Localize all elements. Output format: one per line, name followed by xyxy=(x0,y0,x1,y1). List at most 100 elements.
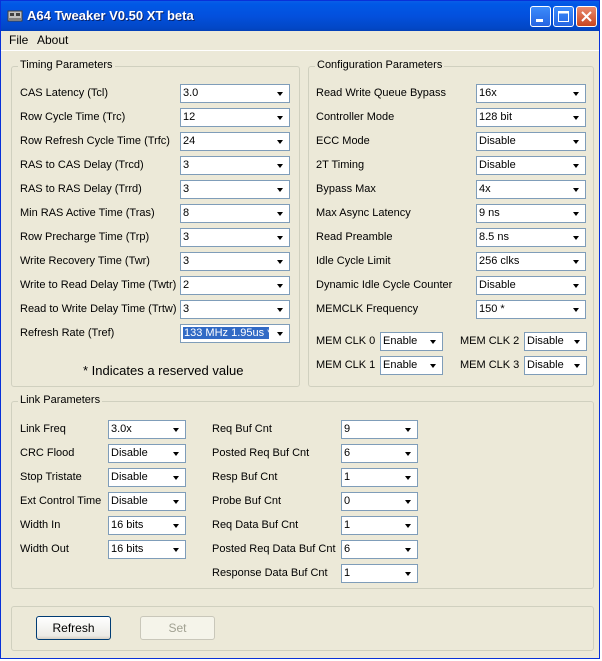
idle-cycle-limit-select[interactable]: 256 clks xyxy=(476,252,586,271)
chevron-down-icon[interactable] xyxy=(569,206,584,221)
memclk-frequency-select[interactable]: 150 * xyxy=(476,300,586,319)
chevron-down-icon[interactable] xyxy=(273,278,288,293)
trrd-select[interactable]: 3 xyxy=(180,180,290,199)
trc-label: Row Cycle Time (Trc) xyxy=(20,111,126,123)
chevron-down-icon[interactable] xyxy=(169,518,184,533)
chevron-down-icon[interactable] xyxy=(169,494,184,509)
minimize-icon xyxy=(536,19,543,22)
chevron-down-icon[interactable] xyxy=(401,518,416,533)
link-freq-select[interactable]: 3.0x xyxy=(108,420,186,439)
trcd-label: RAS to CAS Delay (Trcd) xyxy=(20,159,144,171)
menu-file[interactable]: File xyxy=(9,33,28,47)
tras-label: Min RAS Active Time (Tras) xyxy=(20,207,155,219)
resp-buf-cnt-select[interactable]: 1 xyxy=(341,468,418,487)
chevron-down-icon[interactable] xyxy=(569,182,584,197)
bypass-max-select[interactable]: 4x xyxy=(476,180,586,199)
mem-clk-2-select[interactable]: Disable xyxy=(524,332,587,351)
tras-select[interactable]: 8 xyxy=(180,204,290,223)
chevron-down-icon[interactable] xyxy=(169,422,184,437)
close-icon xyxy=(581,11,592,22)
chevron-down-icon[interactable] xyxy=(570,334,585,349)
chevron-down-icon[interactable] xyxy=(273,326,288,341)
trtw-select[interactable]: 3 xyxy=(180,300,290,319)
chevron-down-icon[interactable] xyxy=(569,110,584,125)
chevron-down-icon[interactable] xyxy=(401,470,416,485)
chevron-down-icon[interactable] xyxy=(273,230,288,245)
chevron-down-icon[interactable] xyxy=(426,334,441,349)
twtr-label: Write to Read Delay Time (Twtr) xyxy=(20,279,177,291)
tcl-select[interactable]: 3.0 xyxy=(180,84,290,103)
chevron-down-icon[interactable] xyxy=(169,446,184,461)
width-out-select[interactable]: 16 bits xyxy=(108,540,186,559)
chevron-down-icon[interactable] xyxy=(273,158,288,173)
mem-clk-1-select[interactable]: Enable xyxy=(380,356,443,375)
chevron-down-icon[interactable] xyxy=(273,254,288,269)
chevron-down-icon[interactable] xyxy=(569,86,584,101)
max-async-latency-select[interactable]: 9 ns xyxy=(476,204,586,223)
chevron-down-icon[interactable] xyxy=(569,158,584,173)
chevron-down-icon[interactable] xyxy=(569,302,584,317)
mem-clk-3-select[interactable]: Disable xyxy=(524,356,587,375)
ecc-mode-select[interactable]: Disable xyxy=(476,132,586,151)
chevron-down-icon[interactable] xyxy=(169,542,184,557)
app-icon xyxy=(7,10,23,22)
response-data-buf-cnt-select[interactable]: 1 xyxy=(341,564,418,583)
chevron-down-icon[interactable] xyxy=(273,182,288,197)
chevron-down-icon[interactable] xyxy=(273,86,288,101)
chevron-down-icon[interactable] xyxy=(401,446,416,461)
bypass-max-label: Bypass Max xyxy=(316,183,376,195)
probe-buf-cnt-select[interactable]: 0 xyxy=(341,492,418,511)
controller-mode-label: Controller Mode xyxy=(316,111,395,123)
mem-clk-0-select[interactable]: Enable xyxy=(380,332,443,351)
2t-timing-select[interactable]: Disable xyxy=(476,156,586,175)
trc-select[interactable]: 12 xyxy=(180,108,290,127)
read-preamble-select[interactable]: 8.5 ns xyxy=(476,228,586,247)
menu-about[interactable]: About xyxy=(37,33,68,47)
timing-parameters-title: Timing Parameters xyxy=(18,59,115,71)
twtr-select[interactable]: 2 xyxy=(180,276,290,295)
close-button[interactable] xyxy=(576,6,597,27)
chevron-down-icon[interactable] xyxy=(273,134,288,149)
trfc-select[interactable]: 24 xyxy=(180,132,290,151)
set-button[interactable]: Set xyxy=(140,616,215,640)
width-in-select[interactable]: 16 bits xyxy=(108,516,186,535)
chevron-down-icon[interactable] xyxy=(401,566,416,581)
minimize-button[interactable] xyxy=(530,6,551,27)
chevron-down-icon[interactable] xyxy=(569,278,584,293)
posted-req-buf-cnt-label: Posted Req Buf Cnt xyxy=(212,447,310,459)
ext-control-time-label: Ext Control Time xyxy=(20,495,102,507)
trcd-select[interactable]: 3 xyxy=(180,156,290,175)
chevron-down-icon[interactable] xyxy=(401,494,416,509)
chevron-down-icon[interactable] xyxy=(273,206,288,221)
rw-queue-bypass-select[interactable]: 16x xyxy=(476,84,586,103)
twr-select[interactable]: 3 xyxy=(180,252,290,271)
chevron-down-icon[interactable] xyxy=(273,302,288,317)
req-buf-cnt-select[interactable]: 9 xyxy=(341,420,418,439)
chevron-down-icon[interactable] xyxy=(569,230,584,245)
req-buf-cnt-label: Req Buf Cnt xyxy=(212,423,272,435)
controller-mode-select[interactable]: 128 bit xyxy=(476,108,586,127)
posted-req-buf-cnt-select[interactable]: 6 xyxy=(341,444,418,463)
trp-select[interactable]: 3 xyxy=(180,228,290,247)
chevron-down-icon[interactable] xyxy=(569,134,584,149)
chevron-down-icon[interactable] xyxy=(273,110,288,125)
chevron-down-icon[interactable] xyxy=(426,358,441,373)
req-data-buf-cnt-select[interactable]: 1 xyxy=(341,516,418,535)
chevron-down-icon[interactable] xyxy=(401,542,416,557)
crc-flood-select[interactable]: Disable xyxy=(108,444,186,463)
chevron-down-icon[interactable] xyxy=(569,254,584,269)
dynamic-idle-cycle-counter-select[interactable]: Disable xyxy=(476,276,586,295)
chevron-down-icon[interactable] xyxy=(570,358,585,373)
ext-control-time-select[interactable]: Disable xyxy=(108,492,186,511)
posted-req-data-buf-cnt-label: Posted Req Data Buf Cnt xyxy=(212,543,336,555)
maximize-button[interactable] xyxy=(553,6,574,27)
chevron-down-icon[interactable] xyxy=(401,422,416,437)
chevron-down-icon[interactable] xyxy=(169,470,184,485)
req-data-buf-cnt-label: Req Data Buf Cnt xyxy=(212,519,299,531)
link-freq-label: Link Freq xyxy=(20,423,66,435)
title-bar[interactable]: A64 Tweaker V0.50 XT beta xyxy=(1,1,599,31)
refresh-button[interactable]: Refresh xyxy=(36,616,111,640)
stop-tristate-select[interactable]: Disable xyxy=(108,468,186,487)
posted-req-data-buf-cnt-select[interactable]: 6 xyxy=(341,540,418,559)
tref-select[interactable]: 133 MHz 1.95us * xyxy=(180,324,290,343)
